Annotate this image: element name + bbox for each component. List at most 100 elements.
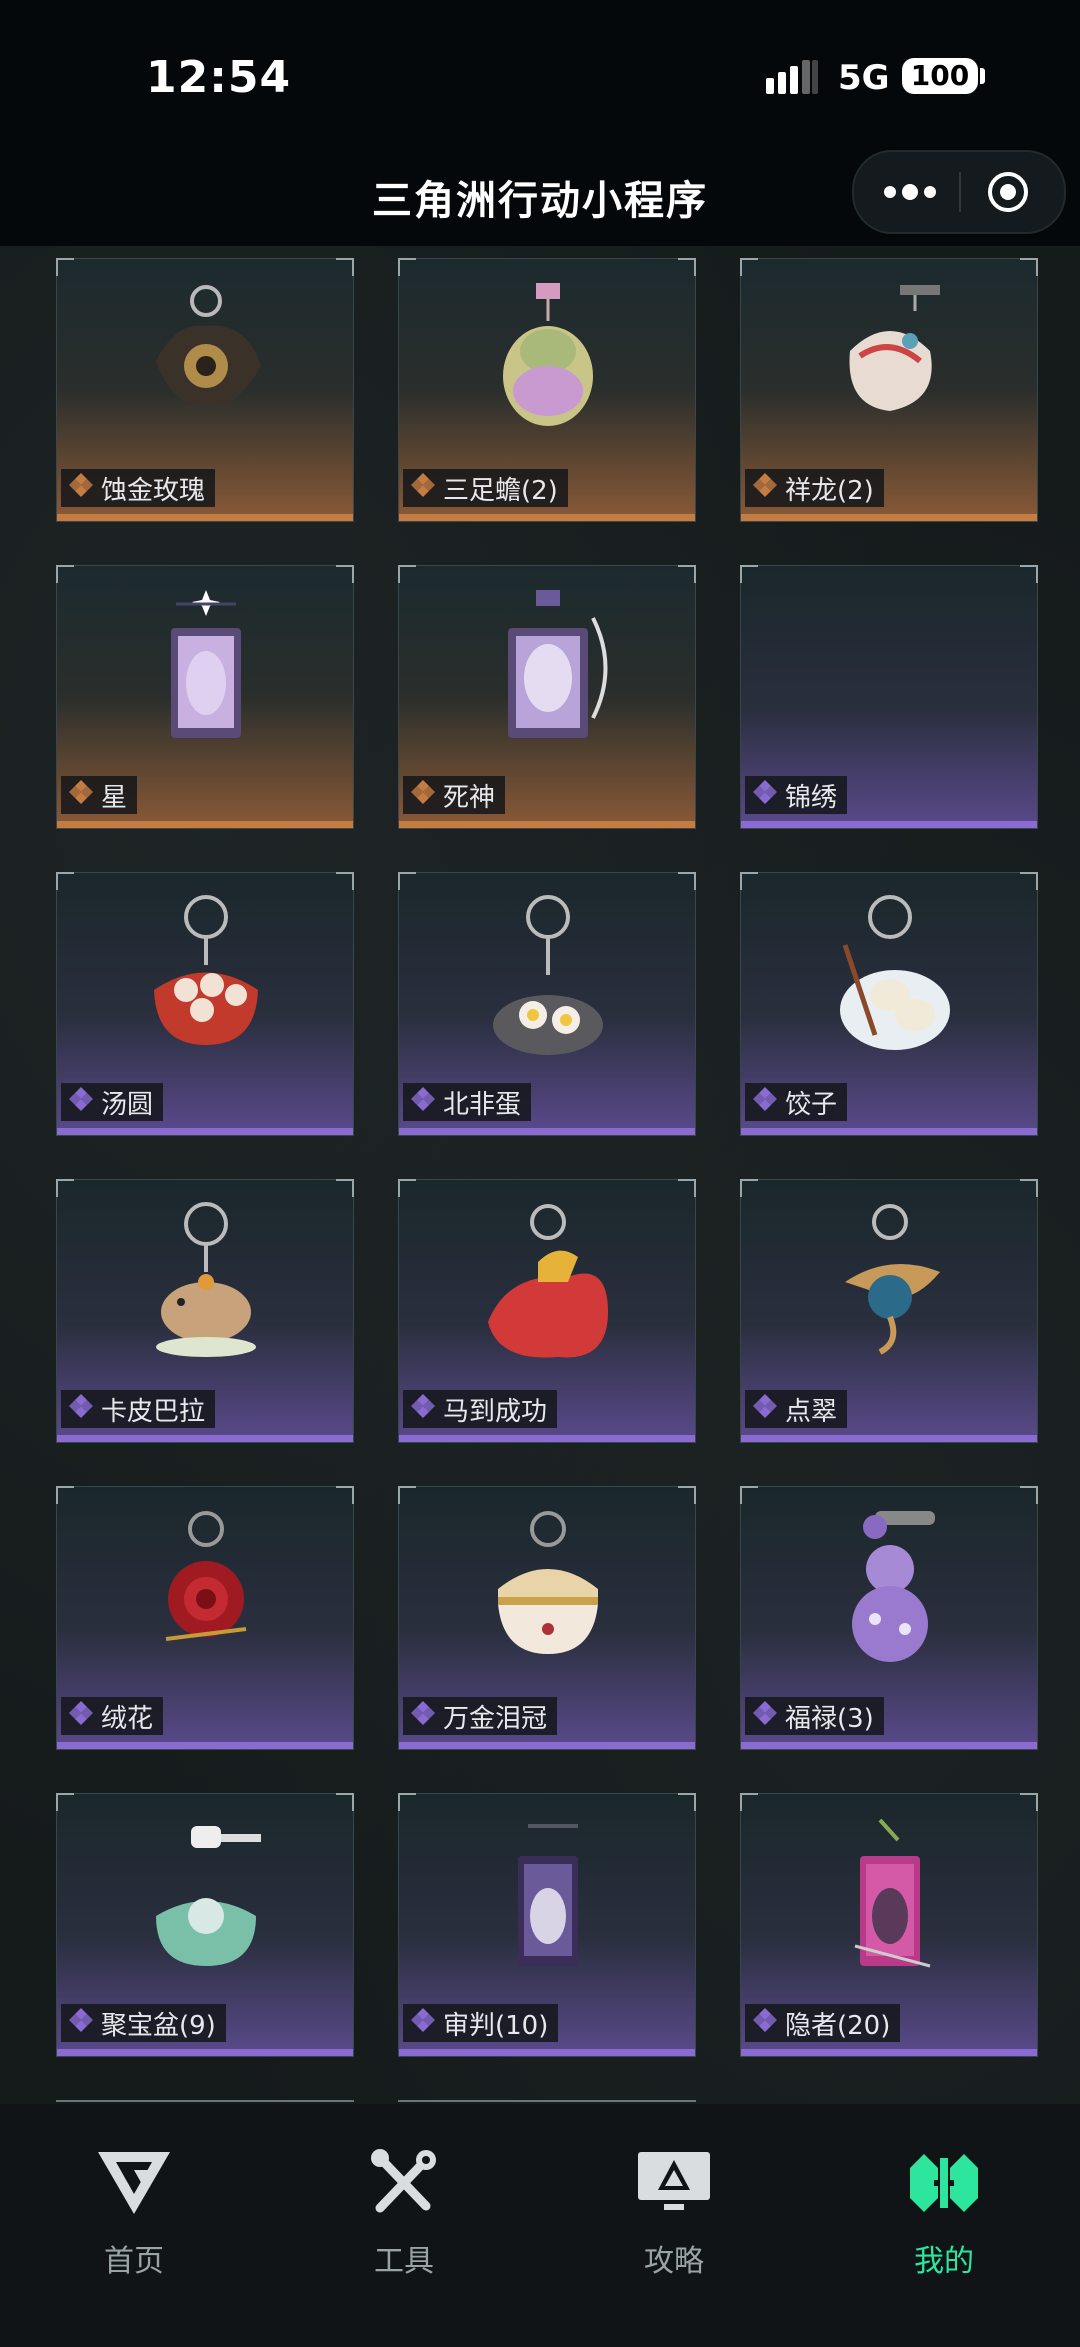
collection-card[interactable]: 星 [56, 565, 354, 829]
collection-card[interactable]: 聚宝盆(9) [56, 1793, 354, 2057]
tab-guide[interactable]: 攻略 [574, 2148, 774, 2288]
collection-card[interactable]: 锦绣 [740, 565, 1038, 829]
card-corner [336, 1486, 354, 1504]
star-card-keychain-image [171, 590, 241, 738]
item-name: 星 [101, 782, 128, 813]
reaper-card-keychain-image [508, 590, 608, 738]
rarity-diamond-icon [409, 1392, 437, 1427]
item-name: 北非蛋 [443, 1089, 522, 1120]
card-corner [678, 1486, 696, 1504]
collection-card[interactable]: 福禄(3) [740, 1486, 1038, 1750]
collection-card[interactable]: 马到成功 [398, 1179, 696, 1443]
item-name: 死神 [443, 782, 496, 813]
card-corner [740, 1793, 758, 1811]
collection-card[interactable]: 汤圆 [56, 872, 354, 1136]
card-corner [1020, 872, 1038, 890]
item-name: 三足蟾(2) [443, 475, 558, 506]
tab-mine[interactable]: 我的 [844, 2148, 1044, 2288]
mine-logo-icon [910, 2154, 978, 2212]
collection-card[interactable]: 蚀金玫瑰 [56, 258, 354, 522]
red-horse-keychain-image [488, 1204, 608, 1358]
miniprogram-capsule [852, 150, 1066, 234]
card-label: 福禄(3) [745, 1697, 884, 1735]
collection-card[interactable]: 饺子 [740, 872, 1038, 1136]
red-flower-keychain-image [165, 1511, 247, 1641]
status-bar: 12:54 5G 100 [0, 0, 1080, 150]
rarity-bar [399, 514, 695, 521]
collection-card[interactable]: 万金泪冠 [398, 1486, 696, 1750]
collection-card[interactable]: 死神 [398, 565, 696, 829]
judgement-card-keychain-image [518, 1824, 578, 1966]
item-name: 万金泪冠 [443, 1703, 548, 1734]
hermit-card-keychain-image [854, 1818, 931, 1968]
rarity-diamond-icon [67, 471, 95, 506]
tools-icon [371, 2149, 436, 2213]
tab-tools[interactable]: 工具 [304, 2148, 504, 2288]
item-name: 聚宝盆(9) [101, 2010, 216, 2041]
rarity-bar [57, 821, 353, 828]
item-name: 祥龙(2) [785, 475, 874, 506]
capsule-divider [959, 172, 961, 212]
network-type: 5G [838, 58, 890, 98]
item-name: 福禄(3) [785, 1703, 874, 1734]
card-corner [398, 565, 416, 583]
battery-level: 100 [902, 58, 978, 94]
rarity-bar [399, 1128, 695, 1135]
item-name: 卡皮巴拉 [101, 1396, 206, 1427]
dumpling-plate-keychain-image [840, 895, 950, 1050]
card-corner [740, 565, 758, 583]
collection-card[interactable]: 审判(10) [398, 1793, 696, 2057]
card-corner [56, 872, 74, 890]
rarity-diamond-icon [751, 1085, 779, 1120]
collection-card[interactable]: 北非蛋 [398, 872, 696, 1136]
rarity-bar [399, 1742, 695, 1749]
card-corner [398, 258, 416, 276]
card-corner [56, 258, 74, 276]
card-corner [56, 1793, 74, 1811]
collection-card[interactable]: 绒花 [56, 1486, 354, 1750]
close-miniprogram-icon[interactable] [986, 170, 1030, 214]
collection-card[interactable]: 三足蟾(2) [398, 258, 696, 522]
card-corner [336, 872, 354, 890]
card-label: 汤圆 [61, 1083, 164, 1121]
card-corner [740, 1179, 758, 1197]
card-corner [398, 1486, 416, 1504]
card-corner [336, 1793, 354, 1811]
card-corner [56, 565, 74, 583]
rarity-diamond-icon [751, 1699, 779, 1734]
collection-card[interactable]: 点翠 [740, 1179, 1038, 1443]
card-label: 锦绣 [745, 776, 848, 814]
more-options-icon[interactable] [880, 174, 940, 210]
rarity-diamond-icon [67, 1392, 95, 1427]
card-corner [1020, 1793, 1038, 1811]
rarity-diamond-icon [67, 2006, 95, 2041]
card-corner [740, 1486, 758, 1504]
nav-bar: 三角洲行动小程序 [0, 150, 1080, 246]
card-label: 万金泪冠 [403, 1697, 558, 1735]
tab-mine-label: 我的 [914, 2244, 974, 2279]
card-label: 死神 [403, 776, 506, 814]
card-label: 点翠 [745, 1390, 848, 1428]
guide-monitor-icon [638, 2152, 710, 2210]
home-logo-icon [98, 2152, 170, 2214]
rarity-bar [57, 1128, 353, 1135]
card-corner [336, 1179, 354, 1197]
rarity-bar [741, 514, 1037, 521]
signal-strength-icon [766, 60, 818, 94]
card-corner [678, 1179, 696, 1197]
rarity-diamond-icon [409, 778, 437, 813]
capybara-keychain-image [156, 1202, 256, 1357]
rarity-diamond-icon [67, 1085, 95, 1120]
tab-guide-label: 攻略 [644, 2244, 704, 2279]
tab-home[interactable]: 首页 [34, 2148, 234, 2288]
card-corner [678, 258, 696, 276]
card-corner [1020, 565, 1038, 583]
card-corner [678, 565, 696, 583]
card-label: 绒花 [61, 1697, 164, 1735]
collection-card[interactable]: 卡皮巴拉 [56, 1179, 354, 1443]
item-name: 锦绣 [785, 782, 838, 813]
collection-card[interactable]: 隐者(20) [740, 1793, 1038, 2057]
rarity-bar [741, 1435, 1037, 1442]
collection-card[interactable]: 祥龙(2) [740, 258, 1038, 522]
rarity-diamond-icon [67, 778, 95, 813]
